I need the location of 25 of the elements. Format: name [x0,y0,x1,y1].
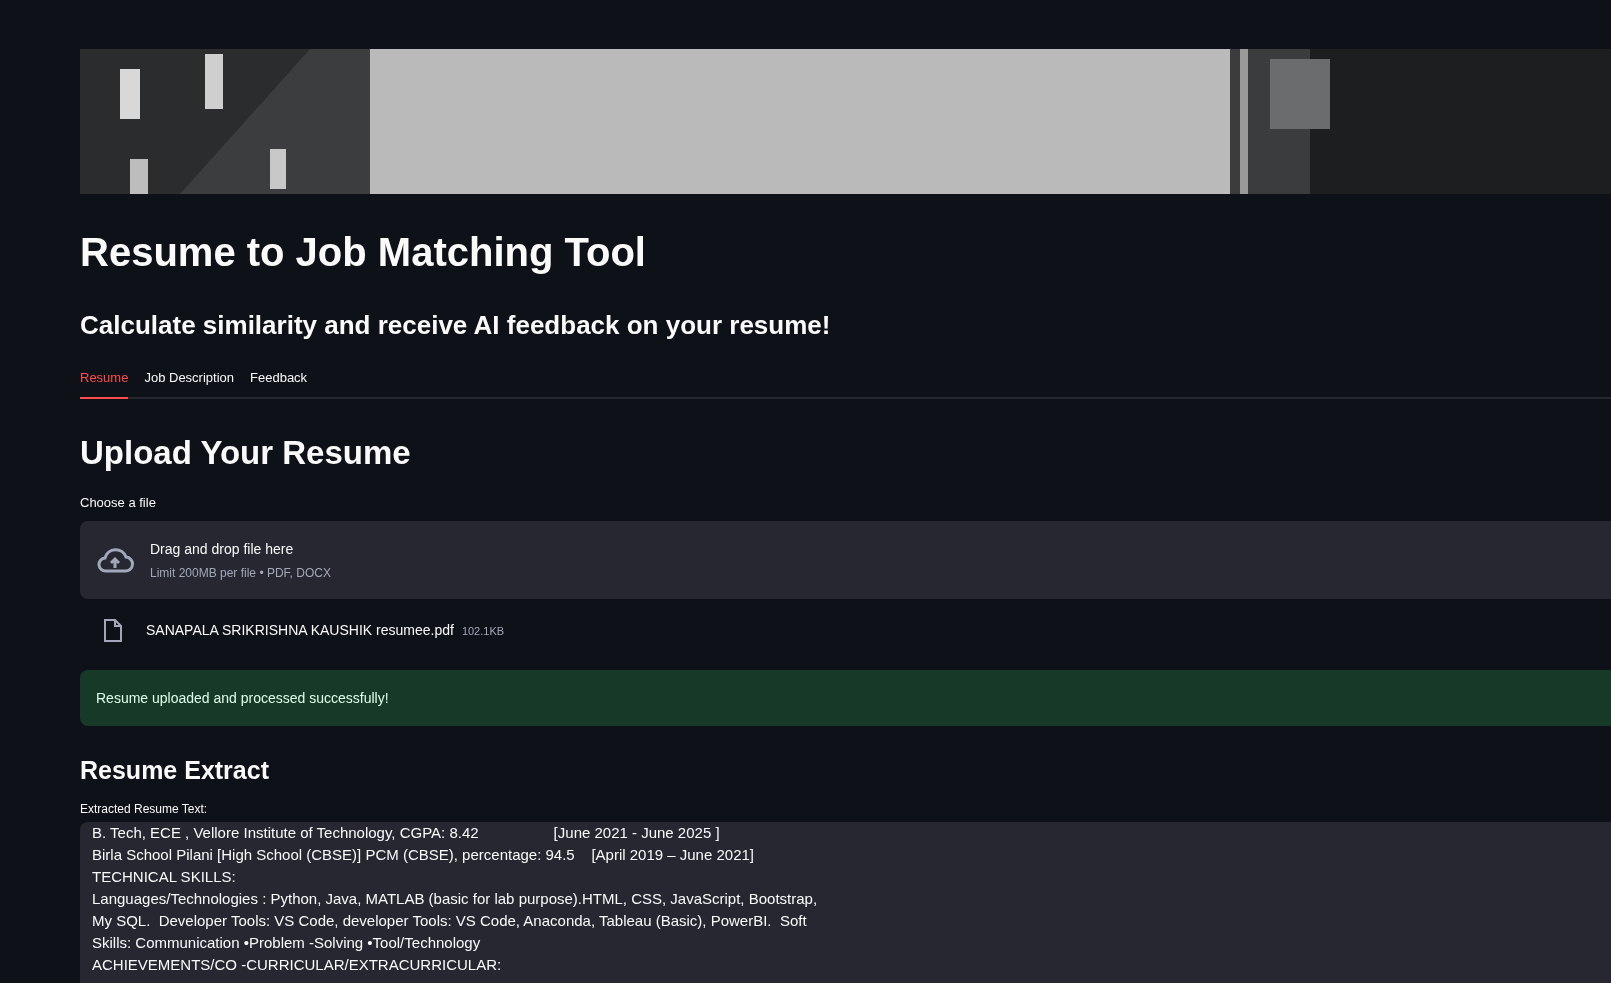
dropzone-title: Drag and drop file here [150,539,295,559]
file-icon [104,618,122,642]
text-line: TECHNICAL SKILLS: [92,867,236,887]
tab[interactable]: Resume [80,368,129,399]
page-subtitle: Calculate similarity and receive AI feedback on your resume! [80,309,832,342]
section-heading: Resume Extract [80,755,270,786]
text-line: Birla School Pilani [High School (CBSE)] PCM (CBSE), percentage: 94.5 [April 2019 – June 2021] [92,845,754,865]
section-heading: Upload Your Resume [80,432,412,473]
text-line: Skills: Communication •Problem -Solving •Tool/Technology [92,933,481,953]
file-name: SANAPALA SRIKRISHNA KAUSHIK resumee.pdf [146,620,454,640]
file-dropzone[interactable]: Drag and drop file here Limit 200MB per file • PDF, DOCX [80,521,1611,599]
text-line: My SQL. Developer Tools: VS Code, developer Tools: VS Code, Anaconda, Tableau (Basic), PowerBI. Soft [92,911,807,931]
dropzone-hint: Limit 200MB per file • PDF, DOCX [150,564,331,582]
field-label: Extracted Resume Text: [80,801,209,818]
text-line: ACHIEVEMENTS/CO -CURRICULAR/EXTRACURRICULAR: [92,955,502,975]
text-line: Languages/Technologies : Python, Java, MATLAB (basic for lab purpose).HTML, CSS, JavaScript, Bootstrap, [92,889,818,909]
tab[interactable]: Job Description [144,368,235,399]
success-alert: Resume uploaded and processed successfully! [80,670,1611,726]
text-line: B. Tech, ECE , Vellore Institute of Technology, CGPA: 8.42 [June 2021 - June 2025 ] [92,823,720,843]
cloud-upload-icon [96,546,134,574]
tab[interactable]: Feedback [250,368,308,399]
field-label: Choose a file [80,493,157,512]
file-size: 102.1KB [461,623,505,639]
text-area[interactable] [80,822,1611,983]
page-title: Resume to Job Matching Tool [80,229,647,276]
